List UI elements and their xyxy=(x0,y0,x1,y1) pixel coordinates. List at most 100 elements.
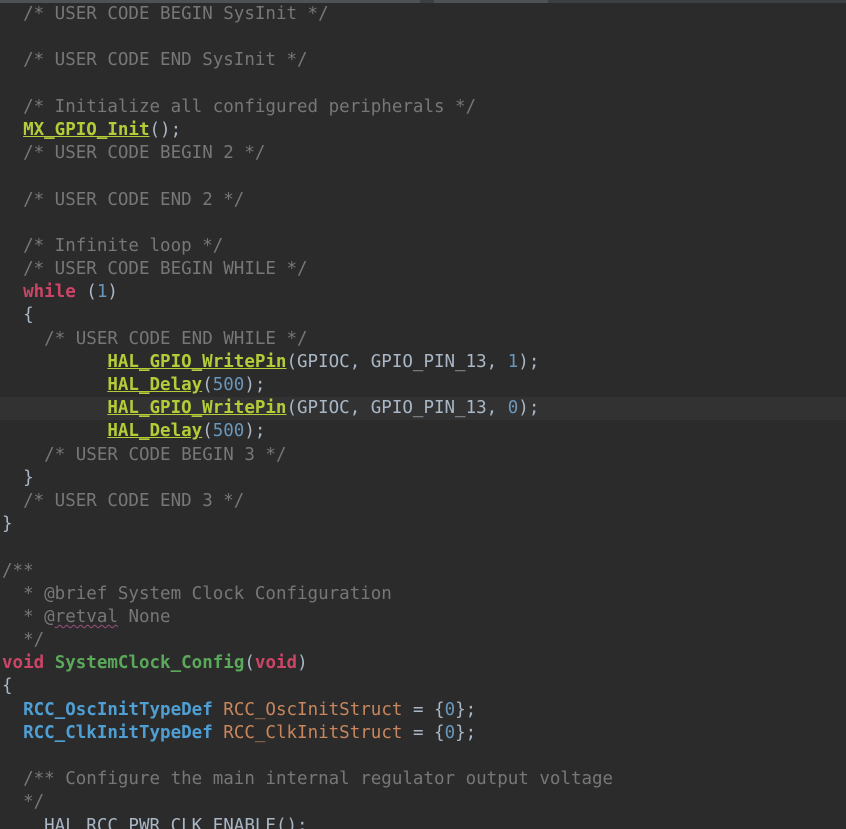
code-line[interactable]: RCC_ClkInitTypeDef RCC_ClkInitStruct = {… xyxy=(0,722,846,745)
code-token-num: 1 xyxy=(507,351,519,372)
code-line[interactable]: { xyxy=(0,675,846,698)
code-line[interactable]: /* USER CODE END WHILE */ xyxy=(0,328,846,351)
code-line[interactable]: HAL_GPIO_WritePin(GPIOC, GPIO_PIN_13, 0)… xyxy=(0,397,846,421)
code-token-var: RCC_ClkInitStruct xyxy=(223,722,403,743)
code-token-brace: { xyxy=(2,676,13,697)
code-token-brace: { xyxy=(23,305,34,326)
code-line[interactable]: /* USER CODE BEGIN SysInit */ xyxy=(0,3,846,26)
code-token-plain: ); xyxy=(244,375,266,395)
code-token-plain: ); xyxy=(518,351,540,372)
code-line[interactable]: void SystemClock_Config(void) xyxy=(0,652,846,675)
code-token-num: 500 xyxy=(212,421,245,442)
code-token-num: 0 xyxy=(444,699,456,720)
tab-segment-left[interactable] xyxy=(0,0,420,3)
code-line[interactable]: __HAL_RCC_PWR_CLK_ENABLE(); xyxy=(0,815,846,829)
code-token-cmt: /* USER CODE BEGIN SysInit */ xyxy=(23,4,329,24)
code-token-var: RCC_OscInitStruct xyxy=(223,699,403,720)
code-line[interactable]: { xyxy=(0,304,846,327)
code-token-plain: ( xyxy=(75,282,97,303)
tab-segment-active[interactable] xyxy=(434,0,548,3)
code-token-num: 0 xyxy=(507,398,519,419)
code-token-cmt: /* USER CODE BEGIN WHILE */ xyxy=(23,259,308,280)
tab-segment-right[interactable] xyxy=(556,0,846,3)
code-line[interactable]: /** Configure the main internal regulato… xyxy=(0,768,846,791)
code-token-plain: ( xyxy=(202,375,213,395)
code-line[interactable]: } xyxy=(0,467,846,490)
code-line[interactable]: /* USER CODE BEGIN WHILE */ xyxy=(0,258,846,281)
code-token-cmt: /* Initialize all configured peripherals… xyxy=(23,96,477,117)
code-token-num: 500 xyxy=(212,375,245,395)
code-token-fn-call: HAL_Delay xyxy=(107,375,203,395)
code-token-fn-call: MX_GPIO_Init xyxy=(23,119,150,140)
code-line[interactable]: /* USER CODE END 3 */ xyxy=(0,490,846,513)
code-line[interactable]: * @brief System Clock Configuration xyxy=(0,583,846,606)
code-token-cmt: * @ xyxy=(23,606,55,627)
code-token-cmt: /* USER CODE BEGIN 3 */ xyxy=(44,444,287,465)
code-token-plain: ) xyxy=(107,282,118,303)
code-line[interactable]: /* Initialize all configured peripherals… xyxy=(0,96,846,119)
code-line[interactable]: HAL_Delay(500); xyxy=(0,420,846,443)
code-token-cmt: retval xyxy=(54,606,118,627)
code-line[interactable]: /** xyxy=(0,560,846,583)
code-line[interactable] xyxy=(0,73,846,96)
code-line[interactable]: HAL_GPIO_WritePin(GPIOC, GPIO_PIN_13, 1)… xyxy=(0,351,846,374)
code-line[interactable]: */ xyxy=(0,791,846,814)
code-token-kw: void xyxy=(2,653,45,674)
code-line[interactable]: /* USER CODE BEGIN 2 */ xyxy=(0,142,846,165)
code-line[interactable]: /* USER CODE BEGIN 3 */ xyxy=(0,444,846,467)
code-token-brace: } xyxy=(23,467,34,488)
code-token-cmt: /* USER CODE END SysInit */ xyxy=(23,50,308,71)
code-token-fn-call: HAL_GPIO_WritePin xyxy=(107,351,287,372)
code-token-plain: }; xyxy=(455,699,477,720)
code-token-cmt: /* USER CODE BEGIN 2 */ xyxy=(23,143,266,164)
code-line[interactable]: RCC_OscInitTypeDef RCC_OscInitStruct = {… xyxy=(0,699,846,722)
code-line[interactable]: /* USER CODE END SysInit */ xyxy=(0,49,846,72)
code-token-macro: __HAL_RCC_PWR_CLK_ENABLE xyxy=(23,815,276,829)
code-line[interactable] xyxy=(0,745,846,768)
code-text-area[interactable]: /* USER CODE BEGIN SysInit */ /* USER CO… xyxy=(0,3,846,829)
code-line[interactable]: /* USER CODE END 2 */ xyxy=(0,189,846,212)
code-line[interactable]: MX_GPIO_Init(); xyxy=(0,119,846,142)
code-token-num: 0 xyxy=(444,722,456,743)
code-token-cmt: None xyxy=(117,606,171,627)
code-token-plain: ); xyxy=(244,421,266,442)
code-line[interactable] xyxy=(0,212,846,235)
code-line[interactable]: while (1) xyxy=(0,281,846,304)
code-token-plain: = { xyxy=(402,699,445,720)
code-token-kw: void xyxy=(254,653,298,674)
code-line[interactable] xyxy=(0,26,846,49)
code-line[interactable]: /* Infinite loop */ xyxy=(0,235,846,258)
code-token-cmt: /* USER CODE END 2 */ xyxy=(23,189,245,210)
code-token-plain: }; xyxy=(455,722,477,743)
code-line[interactable]: HAL_Delay(500); xyxy=(0,374,846,397)
code-line[interactable]: */ xyxy=(0,629,846,652)
code-token-cmt: /** Configure the main internal regulato… xyxy=(23,769,614,790)
editor-tab-strip-edge[interactable] xyxy=(0,0,846,3)
code-line[interactable] xyxy=(0,536,846,559)
code-token-kw: while xyxy=(23,282,76,303)
code-line[interactable]: * @retval None xyxy=(0,606,846,629)
code-token-cmt: */ xyxy=(23,630,45,651)
code-line[interactable]: } xyxy=(0,513,846,536)
code-line[interactable] xyxy=(0,165,846,188)
